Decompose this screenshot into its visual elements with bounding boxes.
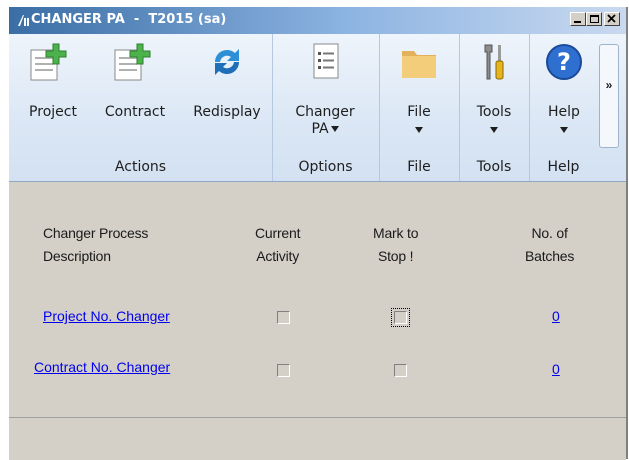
changer-process-panel: Changer Process Description Current Acti…	[9, 182, 626, 417]
tools-button[interactable]: Tools	[464, 34, 524, 154]
minimize-button[interactable]	[570, 12, 586, 26]
chevron-down-icon	[330, 126, 339, 132]
changer-pa-label-line2: PA	[284, 121, 366, 138]
batches-count-link[interactable]: 0	[552, 308, 560, 324]
new-document-icon	[114, 43, 151, 81]
contract-button-label: Contract	[104, 104, 166, 120]
file-button-label: File	[407, 104, 431, 120]
header-description: Changer Process Description	[43, 222, 148, 268]
group-label-options: Options	[298, 159, 353, 175]
ribbon: Project Contract Redisplay Actions Chang…	[9, 34, 626, 182]
close-button[interactable]	[604, 12, 620, 26]
contract-no-changer-link[interactable]: Contract No. Changer	[34, 359, 170, 375]
help-button-label: Help	[548, 104, 580, 120]
batches-count-link[interactable]: 0	[552, 361, 560, 377]
header-current-line1: Current	[255, 225, 301, 241]
current-activity-checkbox[interactable]	[277, 364, 290, 377]
refresh-icon	[214, 49, 240, 75]
ribbon-group-help: ? Help Help	[529, 34, 598, 181]
chevron-down-icon	[560, 127, 568, 133]
current-activity-checkbox[interactable]	[277, 311, 290, 324]
header-mark-to-stop: Mark to Stop !	[373, 222, 418, 268]
close-icon	[607, 14, 616, 23]
changer-pa-label-line1: Changer	[295, 104, 355, 120]
maximize-icon	[590, 15, 599, 23]
ribbon-group-file: File File	[379, 34, 460, 181]
tools-icon	[484, 44, 504, 80]
maximize-button[interactable]	[586, 12, 602, 26]
redisplay-button-label: Redisplay	[193, 104, 261, 120]
ribbon-group-actions: Project Contract Redisplay Actions	[9, 34, 273, 181]
changer-pa-window: CHANGER PA - T2015 (sa) Project Contract…	[9, 7, 628, 460]
chevron-down-icon	[490, 127, 498, 133]
ribbon-overflow-button[interactable]: »	[599, 44, 619, 148]
mark-to-stop-checkbox[interactable]	[391, 308, 410, 327]
ribbon-group-tools: Tools Tools	[459, 34, 530, 181]
project-no-changer-link[interactable]: Project No. Changer	[43, 308, 170, 324]
header-current-line2: Activity	[256, 248, 300, 264]
minimize-icon	[574, 21, 581, 23]
group-label-help: Help	[547, 159, 580, 175]
help-button[interactable]: ? Help	[534, 34, 594, 154]
help-icon: ?	[546, 44, 582, 80]
title-bar[interactable]: CHANGER PA - T2015 (sa)	[9, 7, 626, 34]
header-batches: No. of Batches	[525, 222, 574, 268]
header-batches-line2: Batches	[525, 248, 575, 264]
header-mark-line1: Mark to	[373, 225, 419, 241]
tools-button-label: Tools	[476, 104, 512, 120]
file-button[interactable]: File	[389, 34, 449, 154]
document-list-icon	[313, 43, 339, 79]
header-description-line1: Changer Process	[43, 225, 149, 241]
header-current-activity: Current Activity	[255, 222, 300, 268]
ribbon-group-options: Changer PA Options	[272, 34, 380, 181]
changer-pa-label-text: PA	[311, 121, 329, 137]
group-label-file: File	[407, 159, 431, 175]
new-document-icon	[30, 43, 67, 81]
chevron-down-icon	[415, 127, 423, 133]
folder-icon	[402, 51, 436, 78]
project-button-label: Project	[29, 104, 77, 120]
changer-pa-button[interactable]: Changer PA	[284, 34, 366, 154]
contract-button[interactable]: Contract	[99, 34, 171, 154]
changer-pa-button-label: Changer PA	[284, 104, 366, 138]
project-button[interactable]: Project	[23, 34, 83, 154]
header-batches-line1: No. of	[531, 225, 568, 241]
app-logo-icon	[18, 15, 29, 26]
mark-to-stop-checkbox[interactable]	[394, 364, 407, 377]
svg-text:?: ?	[557, 48, 571, 76]
header-description-line2: Description	[43, 248, 111, 264]
status-bar	[9, 417, 626, 460]
redisplay-button[interactable]: Redisplay	[185, 34, 269, 154]
header-mark-line2: Stop !	[377, 248, 414, 264]
window-title: CHANGER PA - T2015 (sa)	[31, 12, 227, 27]
group-label-tools: Tools	[476, 159, 512, 175]
group-label-actions: Actions	[114, 159, 167, 175]
